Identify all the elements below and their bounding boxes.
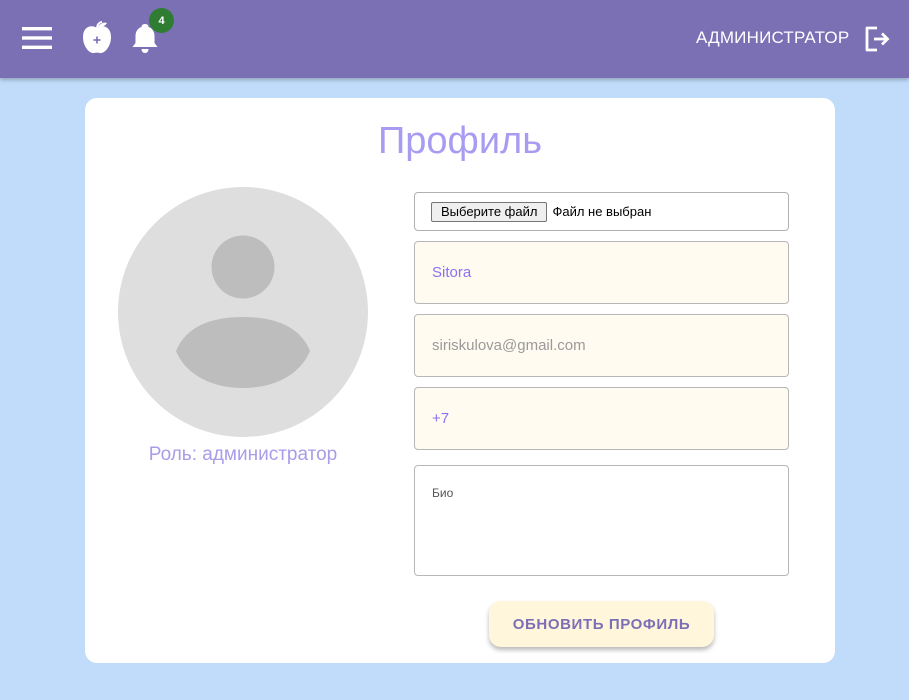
update-profile-button[interactable]: ОБНОВИТЬ ПРОФИЛЬ xyxy=(489,601,714,647)
profile-card: Профиль Роль: администратор Выберите фай… xyxy=(85,98,835,663)
file-status-text: Файл не выбран xyxy=(552,204,652,219)
phone-field[interactable]: +7 xyxy=(414,387,789,450)
notification-badge: 4 xyxy=(149,8,174,33)
top-app-bar: 4 АДМИНИСТРАТОР xyxy=(0,0,909,78)
avatar-file-input: Выберите файл Файл не выбран xyxy=(414,192,789,231)
choose-file-button[interactable]: Выберите файл xyxy=(431,201,548,222)
name-field[interactable]: Sitora xyxy=(414,241,789,304)
role-caption: Роль: администратор xyxy=(148,444,338,465)
avatar[interactable] xyxy=(118,187,368,437)
bio-textarea[interactable]: Био xyxy=(414,465,789,576)
logout-icon[interactable] xyxy=(860,22,894,56)
email-field[interactable]: siriskulova@gmail.com xyxy=(414,314,789,377)
page-title: Профиль xyxy=(377,120,543,162)
user-role-label: АДМИНИСТРАТОР xyxy=(696,28,850,47)
apple-icon[interactable] xyxy=(78,18,116,58)
menu-icon[interactable] xyxy=(18,20,56,56)
